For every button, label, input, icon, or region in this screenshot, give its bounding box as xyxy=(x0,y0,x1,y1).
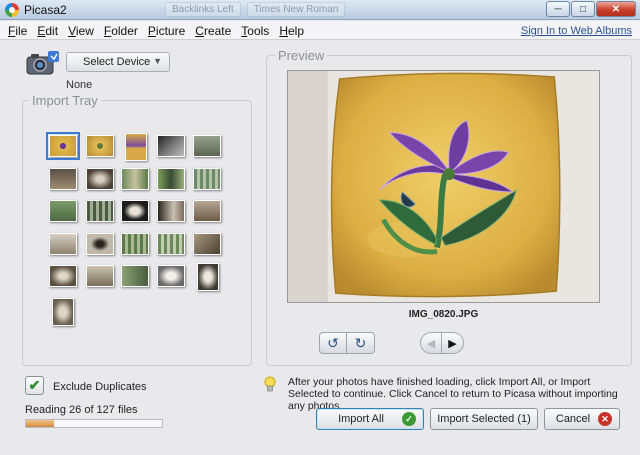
photo-thumbnail[interactable] xyxy=(86,200,114,222)
minimize-button[interactable]: ─ xyxy=(546,1,570,17)
sign-in-web-albums-link[interactable]: Sign In to Web Albums xyxy=(521,25,632,37)
preview-photo xyxy=(287,70,600,303)
photo-thumbnail[interactable] xyxy=(49,168,77,190)
next-photo-button[interactable]: ▶ xyxy=(442,332,464,354)
prev-arrow-icon: ◀ xyxy=(426,337,436,350)
photo-thumbnail[interactable] xyxy=(52,298,74,326)
next-arrow-icon: ▶ xyxy=(448,337,457,350)
photo-thumbnail[interactable] xyxy=(86,168,114,190)
import-all-label: Import All xyxy=(338,413,384,425)
select-device-dropdown[interactable]: Select Device ▼ xyxy=(66,52,170,72)
preview-filename: IMG_0820.JPG xyxy=(408,309,479,320)
photo-thumbnail[interactable] xyxy=(86,233,114,255)
photo-thumbnail[interactable] xyxy=(157,200,185,222)
photo-thumbnail[interactable] xyxy=(86,135,114,157)
reading-status: Reading 26 of 127 files xyxy=(25,404,138,416)
close-window-button[interactable]: ✕ xyxy=(596,1,636,17)
photo-thumbnail[interactable] xyxy=(49,265,77,287)
photo-thumbnail-selected[interactable] xyxy=(46,132,80,160)
photo-navigation: ◀ ▶ xyxy=(420,332,464,354)
menu-folder[interactable]: Folder xyxy=(104,24,138,38)
menu-edit[interactable]: Edit xyxy=(37,24,58,38)
photo-thumbnail[interactable] xyxy=(193,200,221,222)
photo-thumbnail[interactable] xyxy=(86,265,114,287)
rotate-left-icon: ↺ xyxy=(327,334,339,351)
checkmark-icon: ✓ xyxy=(402,412,416,426)
photo-thumbnail[interactable] xyxy=(157,135,185,157)
import-all-button[interactable]: Import All ✓ xyxy=(316,408,424,430)
import-instructions: After your photos have finished loading,… xyxy=(288,376,618,412)
rotate-controls: ↺ ↻ xyxy=(319,332,375,354)
import-selected-label: Import Selected (1) xyxy=(437,413,531,425)
photo-thumbnail[interactable] xyxy=(121,200,149,222)
photo-thumbnail[interactable] xyxy=(49,200,77,222)
photo-thumbnail[interactable] xyxy=(157,265,185,287)
photo-thumbnail[interactable] xyxy=(121,168,149,190)
ghost-tab: Backlinks Left xyxy=(165,2,241,17)
previous-photo-button[interactable]: ◀ xyxy=(420,332,442,354)
menu-create[interactable]: Create xyxy=(195,24,231,38)
chevron-down-icon: ▼ xyxy=(153,56,162,66)
cancel-button[interactable]: Cancel ✕ xyxy=(544,408,620,430)
cancel-x-icon: ✕ xyxy=(598,412,612,426)
import-tray-title: Import Tray xyxy=(29,93,101,108)
rotate-left-button[interactable]: ↺ xyxy=(319,332,347,354)
title-bar: Picasa2 Backlinks Left Times New Roman ─… xyxy=(0,0,640,20)
photo-thumbnail[interactable] xyxy=(49,233,77,255)
background-taskbar-ghost: Backlinks Left Times New Roman xyxy=(165,2,346,17)
photo-thumbnail[interactable] xyxy=(193,233,221,255)
picasa-app-icon xyxy=(5,3,19,17)
device-status: None xyxy=(66,79,93,91)
photo-thumbnail[interactable] xyxy=(193,135,221,157)
exclude-duplicates-checkbox[interactable]: ✔ xyxy=(25,376,44,395)
progress-fill xyxy=(26,420,54,427)
photo-thumbnail[interactable] xyxy=(157,168,185,190)
photo-thumbnail[interactable] xyxy=(125,133,147,161)
loading-progress-bar xyxy=(25,419,163,428)
exclude-duplicates-label: Exclude Duplicates xyxy=(53,381,147,393)
window-controls: ─ □ ✕ xyxy=(546,1,636,17)
lightbulb-icon xyxy=(264,376,276,392)
import-selected-button[interactable]: Import Selected (1) xyxy=(430,408,538,430)
menu-picture[interactable]: Picture xyxy=(148,24,185,38)
photo-thumbnail[interactable] xyxy=(197,263,219,291)
cancel-label: Cancel xyxy=(555,413,591,425)
menu-help[interactable]: Help xyxy=(279,24,304,38)
photo-thumbnail[interactable] xyxy=(121,233,149,255)
menu-view[interactable]: View xyxy=(68,24,94,38)
photo-thumbnail[interactable] xyxy=(157,233,185,255)
photo-thumbnail[interactable] xyxy=(121,265,149,287)
maximize-button[interactable]: □ xyxy=(571,1,595,17)
select-device-label: Select Device xyxy=(83,56,151,68)
photo-thumbnail[interactable] xyxy=(193,168,221,190)
rotate-right-button[interactable]: ↻ xyxy=(347,332,375,354)
camera-icon xyxy=(26,51,59,75)
menu-file[interactable]: File xyxy=(8,24,27,38)
menu-tools[interactable]: Tools xyxy=(241,24,269,38)
menu-bar: File Edit View Folder Picture Create Too… xyxy=(0,21,640,40)
ghost-tab: Times New Roman xyxy=(246,2,346,17)
window-title: Picasa2 xyxy=(24,3,67,17)
preview-title: Preview xyxy=(275,48,328,63)
rotate-right-icon: ↻ xyxy=(354,334,367,351)
